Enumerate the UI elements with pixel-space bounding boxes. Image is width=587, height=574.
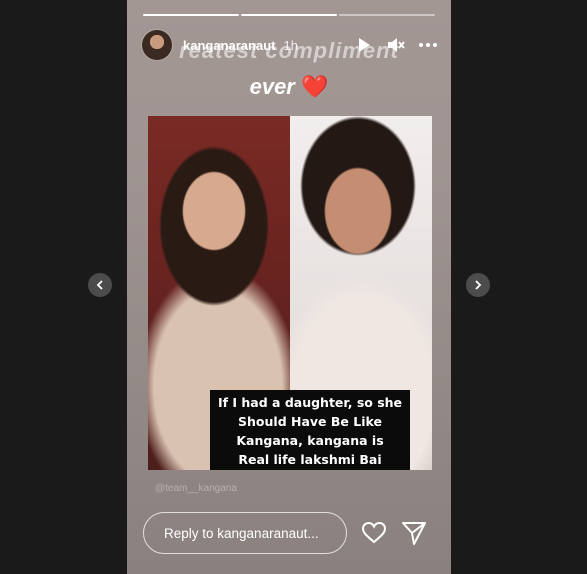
story-progress	[143, 14, 435, 16]
progress-segment	[339, 14, 435, 16]
progress-segment	[143, 14, 239, 16]
image-overlay-text: If I had a daughter, so she Should Have …	[210, 390, 410, 470]
story-image: If I had a daughter, so she Should Have …	[148, 116, 432, 470]
overlay-line: Should Have Be Like	[238, 414, 382, 429]
next-story-button[interactable]	[466, 273, 490, 297]
chevron-right-icon	[475, 280, 482, 290]
heart-outline-icon	[361, 521, 387, 544]
reply-input[interactable]: Reply to kanganaranaut...	[143, 512, 347, 554]
watermark-text: @team__kangana	[155, 483, 237, 494]
avatar[interactable]	[141, 29, 173, 61]
chevron-left-icon	[96, 280, 103, 290]
previous-story-button[interactable]	[88, 273, 112, 297]
speaker-muted-icon	[388, 38, 405, 52]
more-options-button[interactable]	[419, 36, 437, 54]
like-button[interactable]	[361, 520, 387, 546]
overlay-line: Real life lakshmi Bai	[238, 452, 382, 467]
more-horizontal-icon	[419, 43, 437, 47]
caption-word: ever	[249, 74, 295, 99]
play-icon	[359, 38, 370, 52]
heart-emoji-icon: ❤️	[301, 74, 329, 99]
play-button[interactable]	[355, 36, 373, 54]
username[interactable]: kanganaranaut	[183, 38, 275, 53]
story-caption-line2: ever ❤️	[127, 74, 451, 100]
send-button[interactable]	[401, 520, 427, 546]
progress-segment	[241, 14, 337, 16]
mute-button[interactable]	[387, 36, 405, 54]
overlay-line: Kangana, kangana is	[236, 433, 384, 448]
story-controls	[355, 36, 437, 54]
overlay-line: If I had a daughter, so she	[217, 395, 403, 410]
paper-plane-icon	[402, 522, 426, 545]
post-time: 1h	[283, 37, 298, 53]
story-header: kanganaranaut 1h	[141, 28, 437, 62]
story-viewer: reatest compliment ever ❤️ kanganaranaut…	[127, 0, 451, 574]
